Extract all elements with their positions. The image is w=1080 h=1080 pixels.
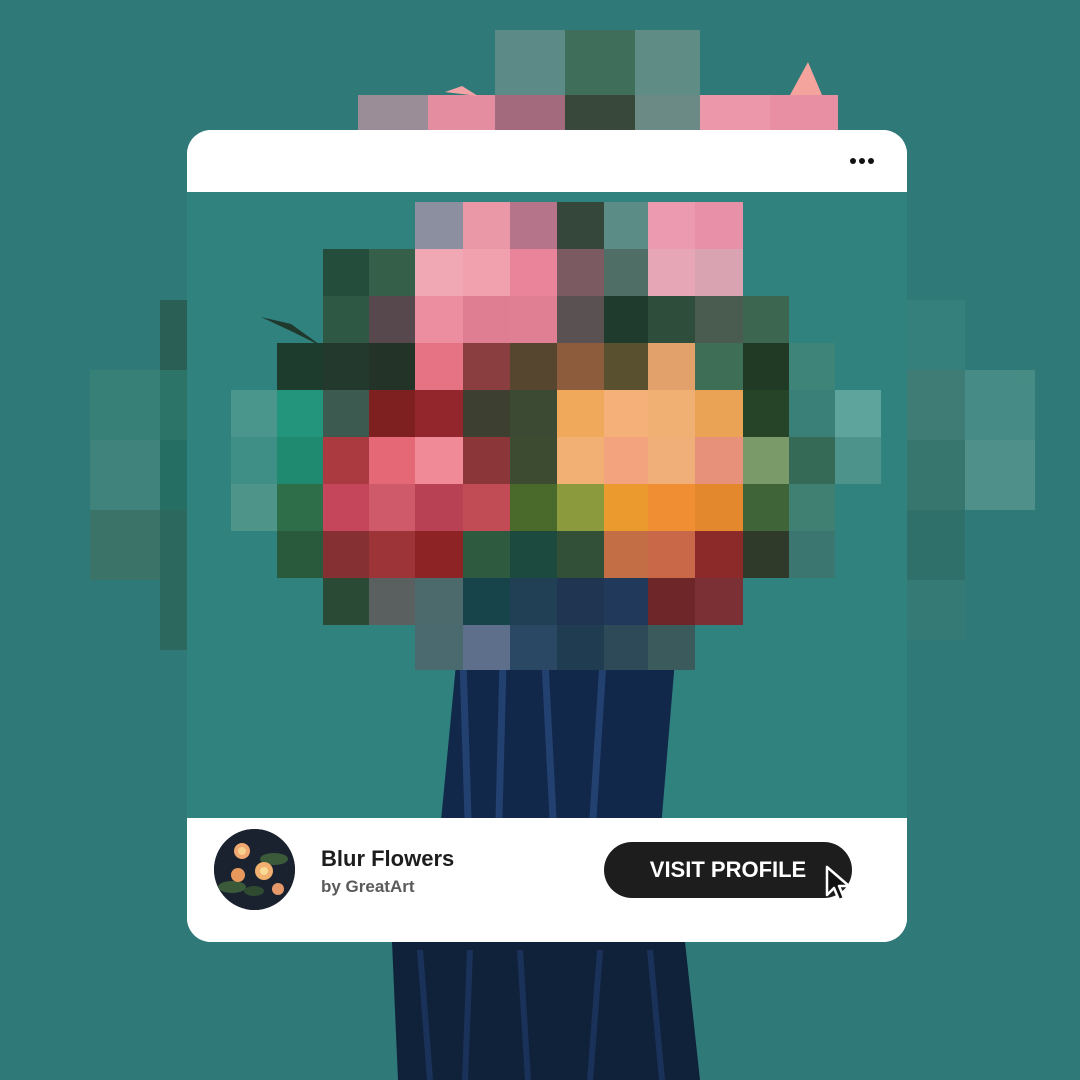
avatar[interactable] [214, 829, 295, 910]
post-title: Blur Flowers [321, 846, 455, 871]
post-card: Blur Flowers by GreatArt VISIT PROFILE [187, 130, 907, 942]
more-dots-icon [850, 158, 874, 164]
card-header [187, 130, 907, 192]
post-author[interactable]: by GreatArt [321, 877, 415, 897]
card-footer: Blur Flowers by GreatArt VISIT PROFILE [187, 818, 907, 942]
avatar-image [214, 829, 295, 910]
visit-profile-button[interactable]: VISIT PROFILE [604, 842, 852, 898]
more-options-button[interactable] [845, 144, 879, 178]
cursor-pointer-icon [825, 865, 851, 902]
post-image[interactable] [187, 192, 907, 818]
